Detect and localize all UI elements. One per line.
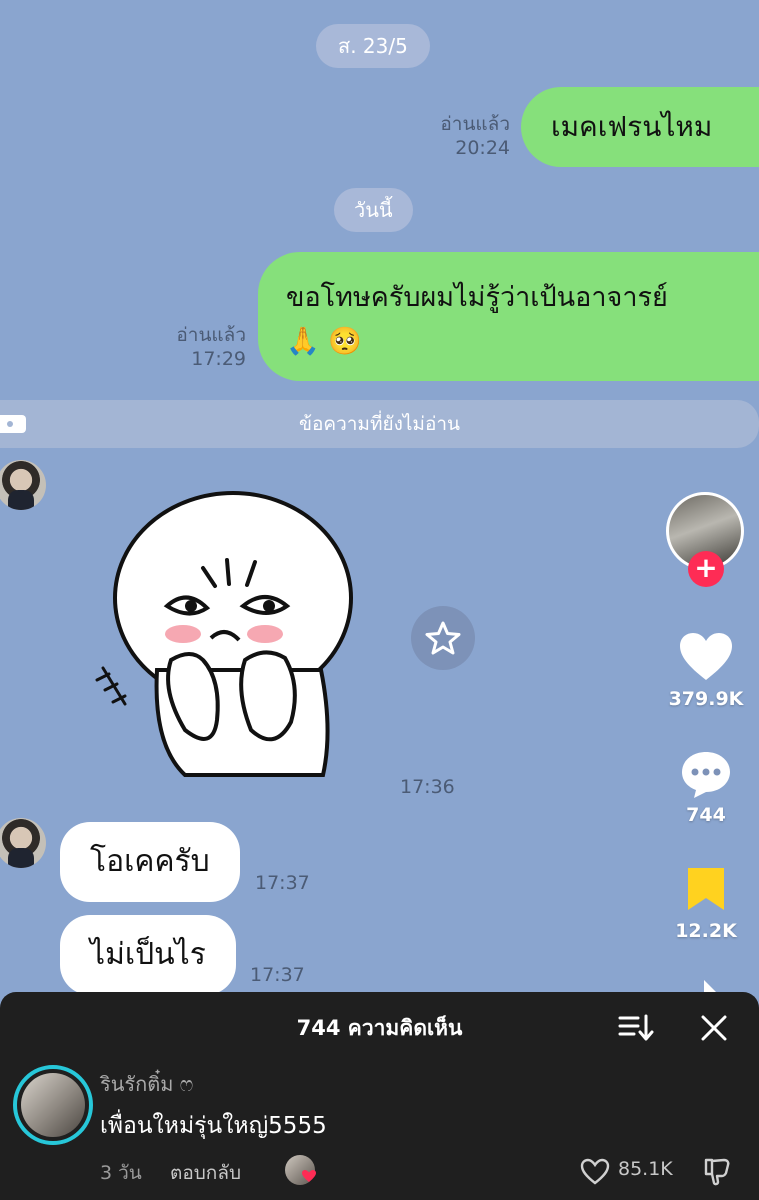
comments-sheet: 744 ความคิดเห็น รินรักติ๋ม ෆ เพื่อนใหม่ร… bbox=[0, 992, 759, 1200]
save-count: 12.2K bbox=[675, 920, 737, 942]
comment-count: 744 bbox=[686, 804, 726, 826]
close-icon[interactable] bbox=[700, 1014, 728, 1042]
read-receipt: อ่านแล้ว 20:24 bbox=[420, 112, 510, 160]
sticker-image[interactable] bbox=[95, 490, 365, 785]
sender-avatar[interactable] bbox=[0, 818, 46, 868]
plus-icon[interactable]: + bbox=[688, 551, 724, 587]
message-time: 20:24 bbox=[455, 137, 510, 159]
read-label: อ่านแล้ว bbox=[440, 113, 510, 135]
outgoing-message[interactable]: ขอโทษครับผมไม่รู้ว่าเป้นอาจารย์ 🙏 🥺 bbox=[258, 252, 759, 381]
read-receipt: อ่านแล้ว 17:29 bbox=[160, 323, 246, 371]
date-divider: ส. 23/5 bbox=[316, 24, 430, 68]
unread-label: ข้อความที่ยังไม่อ่าน bbox=[298, 413, 461, 435]
favorite-sticker-button[interactable] bbox=[411, 606, 475, 670]
sender-avatar[interactable] bbox=[0, 460, 46, 510]
unread-divider: ข้อความที่ยังไม่อ่าน bbox=[0, 400, 759, 448]
commenter-avatar[interactable] bbox=[13, 1065, 93, 1145]
incoming-message[interactable]: ไม่เป็นไร bbox=[60, 915, 236, 995]
commenter-username[interactable]: รินรักติ๋ม ෆ bbox=[100, 1068, 193, 1100]
read-label: อ่านแล้ว bbox=[176, 324, 246, 346]
message-time: 17:36 bbox=[400, 776, 455, 798]
commenter-avatar-image bbox=[21, 1073, 85, 1137]
comment-like-count: 85.1K bbox=[618, 1158, 673, 1180]
comment-bubble-icon[interactable] bbox=[680, 750, 732, 800]
message-time: 17:37 bbox=[250, 964, 305, 986]
chat-area: ส. 23/5 อ่านแล้ว 20:24 เมคเฟรนไหม วันนี้… bbox=[0, 0, 759, 995]
star-icon bbox=[425, 621, 461, 655]
dislike-icon[interactable] bbox=[702, 1156, 732, 1186]
reply-button[interactable]: ตอบกลับ bbox=[170, 1158, 241, 1188]
outgoing-message[interactable]: เมคเฟรนไหม bbox=[521, 87, 759, 167]
bookmark-icon[interactable] bbox=[686, 866, 726, 912]
heart-outline-icon[interactable] bbox=[580, 1158, 610, 1185]
message-time: 17:37 bbox=[255, 872, 310, 894]
emoji-line: 🙏 🥺 bbox=[286, 326, 362, 357]
like-count: 379.9K bbox=[668, 688, 744, 710]
comment-age: 3 วัน bbox=[100, 1162, 142, 1184]
tag-icon bbox=[0, 415, 26, 433]
heart-icon bbox=[302, 1170, 316, 1182]
creator-liked-avatar bbox=[285, 1155, 316, 1185]
date-divider-today: วันนี้ bbox=[334, 188, 413, 232]
heart-icon[interactable] bbox=[678, 632, 734, 682]
message-text-line: ขอโทษครับผมไม่รู้ว่าเป้นอาจารย์ bbox=[286, 282, 668, 313]
message-time: 17:29 bbox=[191, 348, 246, 370]
incoming-message[interactable]: โอเคครับ bbox=[60, 822, 240, 902]
comment-text: เพื่อนใหม่รุ่นใหญ่5555 bbox=[100, 1113, 327, 1139]
sort-icon[interactable] bbox=[618, 1014, 654, 1042]
